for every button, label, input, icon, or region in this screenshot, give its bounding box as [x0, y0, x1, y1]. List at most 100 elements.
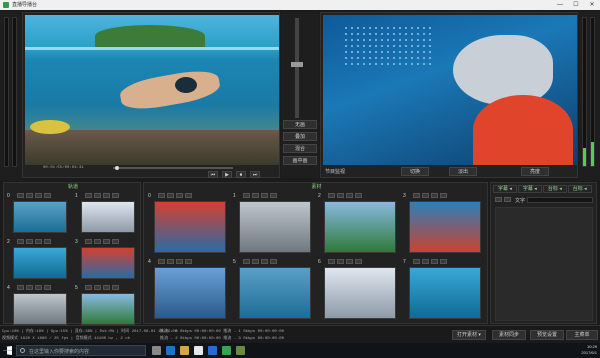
main-menu-button[interactable]: 主菜单 [566, 330, 598, 340]
fade-button[interactable]: 淡出 [449, 167, 477, 176]
overlay-add-button[interactable]: 叠加 [283, 132, 317, 141]
track-cell[interactable]: 5 [75, 285, 139, 329]
caption-toggle[interactable] [504, 197, 511, 202]
cell-option-button[interactable] [252, 259, 259, 264]
material-cell[interactable]: 7 [403, 259, 485, 323]
preview-scrubber[interactable] [113, 167, 233, 169]
cell-option-button[interactable] [112, 193, 119, 198]
cell-option-button[interactable] [440, 193, 447, 198]
thumbnail-image[interactable] [81, 293, 135, 325]
cell-option-button[interactable] [35, 285, 42, 290]
cell-option-button[interactable] [270, 193, 277, 198]
task-view-icon[interactable] [152, 346, 161, 355]
cell-option-button[interactable] [337, 259, 344, 264]
track-cell[interactable]: 1 [75, 193, 139, 237]
windows-start-icon[interactable] [3, 346, 12, 355]
cell-option-button[interactable] [243, 259, 250, 264]
live-studio-app-icon[interactable] [222, 346, 231, 355]
thumbnail-image[interactable] [154, 201, 226, 253]
cell-option-button[interactable] [103, 239, 110, 244]
cell-option-button[interactable] [261, 193, 268, 198]
browser-icon[interactable] [208, 346, 217, 355]
scrubber-handle[interactable] [115, 166, 119, 170]
taskbar-search-box[interactable]: 在这里输入你要搜索的内容 [16, 345, 146, 356]
cell-option-button[interactable] [422, 193, 429, 198]
cell-option-button[interactable] [94, 285, 101, 290]
preview-video[interactable] [25, 15, 279, 165]
thumbnail-image[interactable] [81, 201, 135, 233]
material-cell[interactable]: 4 [148, 259, 230, 323]
thumbnail-image[interactable] [13, 293, 67, 325]
cell-option-button[interactable] [26, 193, 33, 198]
cell-option-button[interactable] [17, 285, 24, 290]
thumbnail-image[interactable] [13, 201, 67, 233]
cell-option-button[interactable] [35, 193, 42, 198]
cell-option-button[interactable] [44, 239, 51, 244]
program-video[interactable] [323, 15, 577, 165]
cell-option-button[interactable] [346, 193, 353, 198]
track-cell[interactable]: 4 [7, 285, 71, 329]
cell-option-button[interactable] [185, 193, 192, 198]
cell-option-button[interactable] [270, 259, 277, 264]
cut-button[interactable]: 切换 [401, 167, 429, 176]
cell-option-button[interactable] [261, 259, 268, 264]
tab-logo-2[interactable]: 台标 ◂ [567, 185, 592, 193]
thumbnail-image[interactable] [409, 201, 481, 253]
tab-caption-1[interactable]: 字幕 ◂ [493, 185, 517, 193]
cell-option-button[interactable] [112, 239, 119, 244]
cell-option-button[interactable] [167, 193, 174, 198]
material-cell[interactable]: 2 [318, 193, 400, 257]
material-cell[interactable]: 6 [318, 259, 400, 323]
cell-option-button[interactable] [158, 193, 165, 198]
cell-option-button[interactable] [44, 285, 51, 290]
cell-option-button[interactable] [158, 259, 165, 264]
minimize-button[interactable]: — [552, 0, 568, 10]
caption-toggle[interactable] [495, 197, 502, 202]
maximize-button[interactable]: ☐ [568, 0, 584, 10]
tab-caption-2[interactable]: 字幕 ◂ [517, 185, 542, 193]
overlay-mix-button[interactable]: 混合 [283, 144, 317, 153]
track-cell[interactable]: 3 [75, 239, 139, 283]
prev-button[interactable]: ⏮ [208, 171, 218, 178]
cell-option-button[interactable] [431, 259, 438, 264]
cell-option-button[interactable] [103, 193, 110, 198]
material-sync-button[interactable]: 素材同步 [492, 330, 526, 340]
play-button[interactable]: ▶ [222, 171, 232, 178]
cell-option-button[interactable] [413, 193, 420, 198]
cell-option-button[interactable] [85, 193, 92, 198]
cell-option-button[interactable] [440, 259, 447, 264]
thumbnail-image[interactable] [324, 201, 396, 253]
cell-option-button[interactable] [422, 259, 429, 264]
overlay-none-button[interactable]: 无画 [283, 120, 317, 129]
cell-option-button[interactable] [112, 285, 119, 290]
cell-option-button[interactable] [328, 193, 335, 198]
cell-option-button[interactable] [431, 193, 438, 198]
cell-option-button[interactable] [17, 193, 24, 198]
thumbnail-image[interactable] [13, 247, 67, 279]
close-button[interactable]: ✕ [584, 0, 600, 10]
cell-option-button[interactable] [35, 239, 42, 244]
t-bar-track[interactable] [295, 18, 299, 118]
material-cell[interactable]: 5 [233, 259, 315, 323]
cell-option-button[interactable] [167, 259, 174, 264]
caption-text-input[interactable] [527, 197, 593, 203]
thumbnail-image[interactable] [324, 267, 396, 319]
open-material-button[interactable]: 打开素材 ▾ [452, 330, 486, 340]
cell-option-button[interactable] [243, 193, 250, 198]
cell-option-button[interactable] [337, 193, 344, 198]
cell-option-button[interactable] [26, 239, 33, 244]
cell-option-button[interactable] [328, 259, 335, 264]
thumbnail-image[interactable] [81, 247, 135, 279]
cell-option-button[interactable] [176, 259, 183, 264]
material-cell[interactable]: 0 [148, 193, 230, 257]
tab-logo-1[interactable]: 台标 ◂ [542, 185, 567, 193]
overlay-pip-button[interactable]: 画中画 [283, 156, 317, 165]
pinned-app-icon[interactable] [236, 346, 245, 355]
cell-option-button[interactable] [176, 193, 183, 198]
cell-option-button[interactable] [355, 193, 362, 198]
material-cell[interactable]: 1 [233, 193, 315, 257]
cell-option-button[interactable] [44, 193, 51, 198]
cell-option-button[interactable] [85, 239, 92, 244]
track-cell[interactable]: 2 [7, 239, 71, 283]
cell-option-button[interactable] [94, 193, 101, 198]
